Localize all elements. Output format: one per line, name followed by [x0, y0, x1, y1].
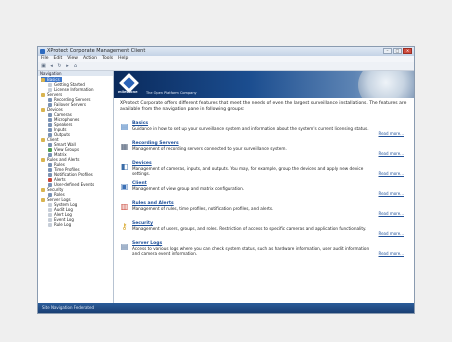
logo-text: milestone [118, 90, 138, 94]
server-icon [48, 102, 52, 107]
read-more-link[interactable]: Read more... [379, 211, 405, 216]
navigation-pane: Navigation Basics Getting Started Licens… [38, 71, 114, 303]
tagline: The Open Platform Company [146, 91, 197, 95]
client-icon: ▣ [120, 182, 129, 191]
server-logs-icon: ▤ [120, 242, 129, 251]
section-recording-servers: ▦ Recording Servers Management of record… [120, 141, 410, 157]
rules-and-alerts-icon: ▥ [120, 202, 129, 211]
rules-icon [48, 162, 52, 167]
navigation-header: Navigation [38, 71, 113, 76]
status-text: Site Navigation Federated [42, 305, 95, 310]
section-devices: ◧ Devices Management of cameras, inputs,… [120, 161, 410, 177]
section-description: Guidance in how to set up your surveilla… [132, 126, 369, 131]
speaker-icon [48, 122, 52, 127]
log-icon [48, 202, 52, 207]
section-security: ⚷ Security Management of users, groups, … [120, 221, 410, 237]
app-window: XProtect Corporate Management Client – □… [37, 46, 415, 314]
security-key-icon: ⚷ [121, 222, 128, 231]
read-more-link[interactable]: Read more... [379, 171, 405, 176]
close-button[interactable]: × [403, 48, 412, 54]
folder-icon [41, 77, 45, 82]
server-icon [48, 97, 52, 102]
matrix-icon [48, 152, 52, 157]
log-icon [48, 212, 52, 217]
section-server-logs: ▤ Server Logs Access to various logs whe… [120, 241, 410, 257]
title-bar: XProtect Corporate Management Client – □… [38, 47, 414, 56]
section-description: Management of rules, time profiles, noti… [132, 206, 274, 211]
refresh-icon[interactable]: ↻ [57, 63, 62, 69]
monitor-icon [48, 142, 52, 147]
section-description: Management of recording servers connecte… [132, 146, 287, 151]
recording-server-icon: ▦ [120, 142, 129, 151]
mail-icon [48, 172, 52, 177]
alert-icon [48, 177, 52, 182]
folder-icon [41, 157, 45, 162]
nav-item-rule-log[interactable]: Rule Log [48, 222, 71, 227]
section-description: Management of users, groups, and roles. … [132, 226, 367, 231]
banner-face-image [358, 71, 414, 98]
view-group-icon [48, 147, 52, 152]
window-controls: – □ × [383, 48, 412, 54]
input-icon [48, 127, 52, 132]
app-icon [40, 49, 45, 54]
log-icon [48, 222, 52, 227]
folder-icon [41, 137, 45, 142]
section-description: Management of view group and matrix conf… [132, 186, 245, 191]
banner: milestone The Open Platform Company [114, 71, 414, 98]
read-more-link[interactable]: Read more... [379, 151, 405, 156]
microphone-icon [48, 117, 52, 122]
content-pane: milestone The Open Platform Company XPro… [114, 71, 414, 303]
save-icon[interactable]: ▣ [41, 63, 46, 69]
maximize-button[interactable]: □ [393, 48, 402, 54]
section-description: Access to various logs where you can che… [132, 246, 370, 256]
log-icon [48, 217, 52, 222]
output-icon [48, 132, 52, 137]
clock-icon [48, 167, 52, 172]
home-icon[interactable]: ⌂ [73, 63, 78, 69]
intro-text: XProtect Corporate offers different feat… [120, 101, 407, 112]
folder-icon [41, 107, 45, 112]
section-rules-and-alerts: ▥ Rules and Alerts Management of rules, … [120, 201, 410, 217]
read-more-link[interactable]: Read more... [379, 231, 405, 236]
minimize-button[interactable]: – [383, 48, 392, 54]
read-more-link[interactable]: Read more... [379, 251, 405, 256]
back-icon[interactable]: ◂ [49, 63, 54, 69]
basics-icon: ▤ [120, 122, 129, 131]
section-client: ▣ Client Management of view group and ma… [120, 181, 410, 197]
status-bar: Site Navigation Federated [38, 303, 414, 313]
page-icon [48, 82, 52, 87]
event-icon [48, 182, 52, 187]
toolbar: ▣ ◂ ↻ ▸ ⌂ [38, 62, 414, 71]
roles-icon [48, 192, 52, 197]
folder-icon [41, 197, 45, 202]
read-more-link[interactable]: Read more... [379, 191, 405, 196]
log-icon [48, 207, 52, 212]
section-description: Management of cameras, inputs, and outpu… [132, 166, 364, 176]
folder-icon [41, 92, 45, 97]
page-icon [48, 87, 52, 92]
devices-icon: ◧ [120, 162, 129, 171]
section-basics: ▤ Basics Guidance in how to set up your … [120, 121, 410, 137]
forward-icon[interactable]: ▸ [65, 63, 70, 69]
window-title: XProtect Corporate Management Client [47, 48, 146, 54]
camera-icon [48, 112, 52, 117]
read-more-link[interactable]: Read more... [379, 131, 405, 136]
folder-icon [41, 187, 45, 192]
